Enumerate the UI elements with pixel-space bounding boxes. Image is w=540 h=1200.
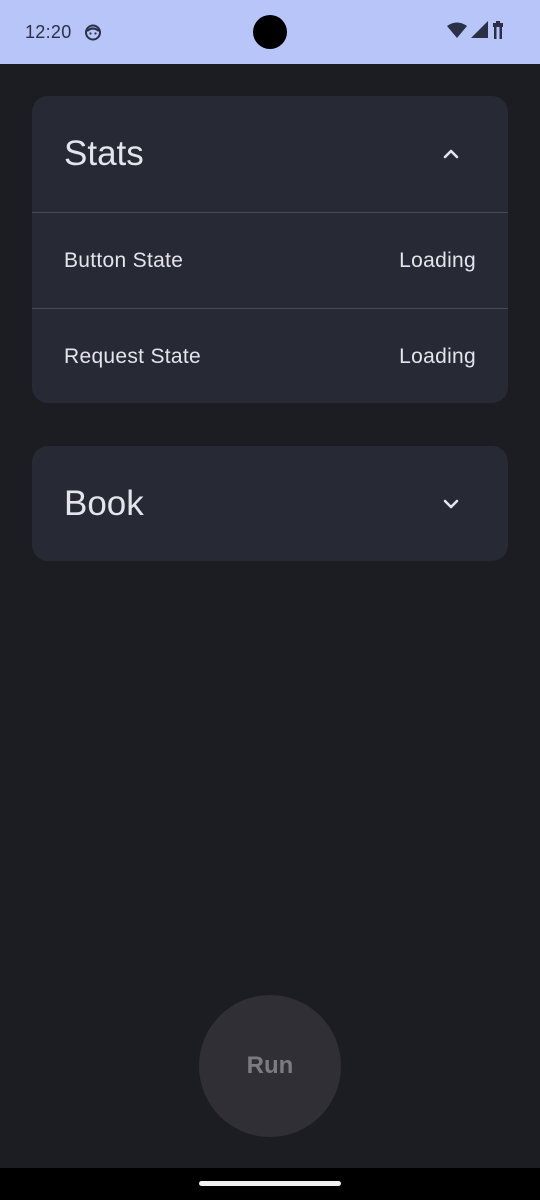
stats-card-title: Stats xyxy=(64,134,144,173)
row-label: Request State xyxy=(64,344,201,368)
stats-row-request-state: Request State Loading xyxy=(32,309,508,403)
book-card-header[interactable]: Book xyxy=(32,446,508,561)
row-value: Loading xyxy=(399,344,476,368)
status-bar: 12:20 xyxy=(0,0,540,64)
status-time: 12:20 xyxy=(25,22,72,42)
stats-card: Stats Button State Loading Request State… xyxy=(32,96,508,403)
home-gesture-handle[interactable] xyxy=(199,1181,341,1186)
status-icons xyxy=(447,20,504,44)
stats-card-header[interactable]: Stats xyxy=(32,96,508,212)
navigation-bar xyxy=(0,1168,540,1200)
book-card-title: Book xyxy=(64,484,144,523)
signal-icon xyxy=(471,21,488,43)
run-button[interactable]: Run xyxy=(199,995,341,1137)
row-label: Button State xyxy=(64,248,184,272)
row-value: Loading xyxy=(399,248,476,272)
battery-icon xyxy=(492,20,504,44)
notification-face-icon xyxy=(84,23,102,41)
app-screen: 12:20 Stats Button State Loading Request… xyxy=(0,0,540,1200)
camera-cutout xyxy=(253,15,287,49)
stats-row-button-state: Button State Loading xyxy=(32,213,508,308)
chevron-down-icon[interactable] xyxy=(442,495,460,513)
chevron-up-icon[interactable] xyxy=(442,145,460,163)
wifi-icon xyxy=(447,22,467,43)
book-card: Book xyxy=(32,446,508,561)
